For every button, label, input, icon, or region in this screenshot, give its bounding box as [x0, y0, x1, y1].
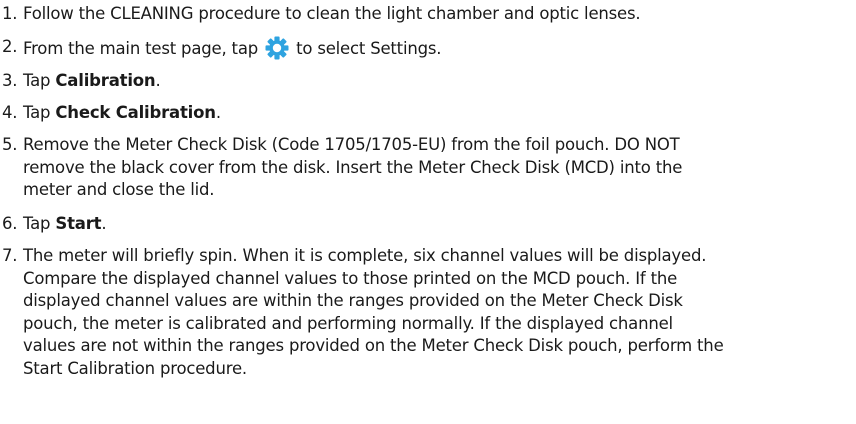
- step-number: 4.: [2, 103, 18, 122]
- step-3: 3. Tap Calibration.: [0, 70, 850, 93]
- step-prefix: Tap: [23, 103, 56, 122]
- step-number: 6.: [2, 214, 18, 233]
- step-text: Tap Calibration.: [23, 70, 850, 93]
- step-text-line: values are not within the ranges provide…: [23, 336, 724, 355]
- step-suffix: .: [155, 71, 161, 90]
- step-number: 2.: [2, 37, 18, 56]
- step-suffix: .: [215, 103, 221, 122]
- step-text-line: Start Calibration procedure.: [23, 358, 247, 378]
- step-text-line: Compare the displayed channel values to …: [23, 268, 678, 288]
- step-text-after: to select Settings.: [296, 39, 442, 58]
- step-bold-term: Calibration: [55, 71, 156, 90]
- step-suffix: .: [101, 214, 107, 233]
- step-text: From the main test page, tap to select S…: [23, 36, 850, 61]
- step-text-line: meter and close the lid.: [23, 180, 215, 199]
- step-number: 7.: [2, 246, 18, 265]
- step-text-before: From the main test page, tap: [23, 39, 259, 58]
- step-text: Tap Start.: [23, 213, 850, 236]
- step-6: 6. Tap Start.: [0, 213, 850, 236]
- instruction-list: 1. Follow the CLEANING procedure to clea…: [0, 0, 856, 424]
- gear-icon: [265, 36, 289, 60]
- step-2: 2. From the main test page, tap to selec…: [0, 36, 850, 61]
- step-text-line: displayed channel values are within the …: [23, 291, 683, 310]
- step-text: Follow the CLEANING procedure to clean t…: [23, 4, 641, 23]
- step-text-line: The meter will briefly spin. When it is …: [23, 246, 707, 265]
- step-bold-term: Start: [55, 214, 102, 233]
- step-1: 1. Follow the CLEANING procedure to clea…: [0, 3, 850, 26]
- step-bold-term: Check Calibration: [55, 103, 216, 122]
- step-number: 3.: [2, 71, 18, 90]
- step-text-line: pouch, the meter is calibrated and perfo…: [23, 313, 673, 333]
- step-text: Tap Check Calibration.: [23, 102, 850, 125]
- step-text-line: Remove the Meter Check Disk (Code 1705/1…: [23, 135, 680, 154]
- step-prefix: Tap: [23, 214, 56, 233]
- step-4: 4. Tap Check Calibration.: [0, 102, 850, 125]
- step-7: 7. The meter will briefly spin. When it …: [0, 245, 850, 380]
- step-prefix: Tap: [23, 71, 56, 90]
- step-text-line: remove the black cover from the disk. In…: [23, 157, 683, 177]
- step-number: 1.: [2, 4, 18, 23]
- step-number: 5.: [2, 135, 18, 154]
- step-5: 5. Remove the Meter Check Disk (Code 170…: [0, 134, 850, 202]
